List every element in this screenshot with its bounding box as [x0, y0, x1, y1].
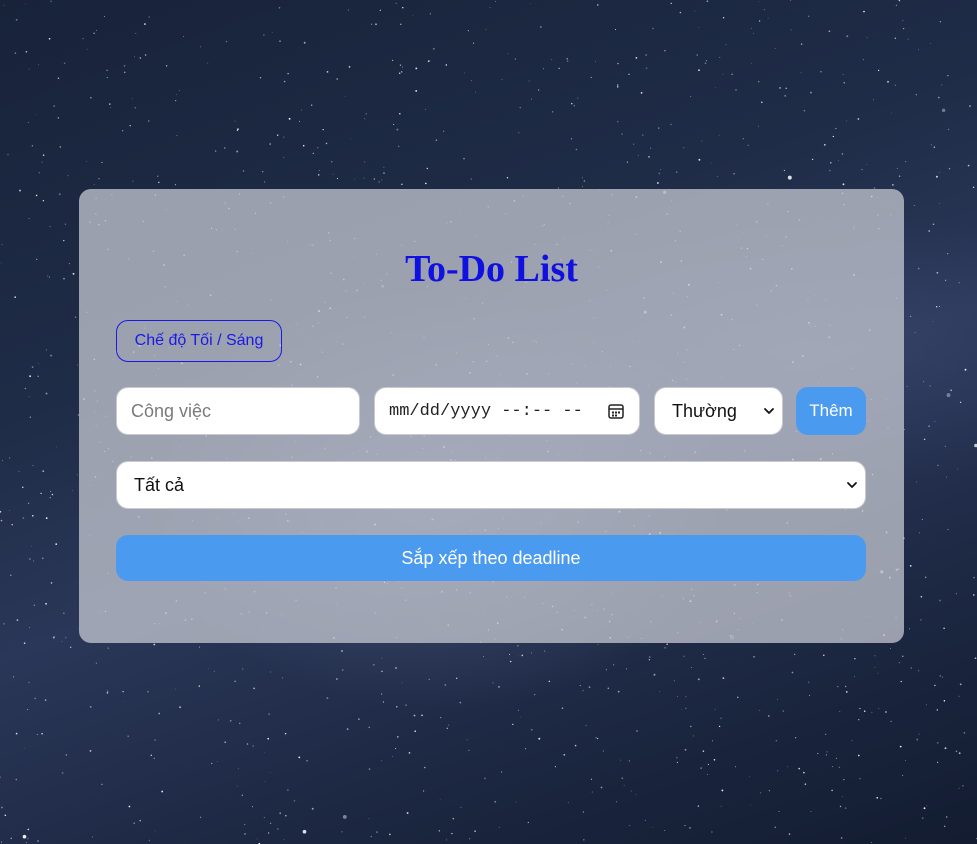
page-title: To-Do List	[405, 248, 578, 290]
chevron-down-icon	[847, 482, 857, 488]
deadline-datetime-input[interactable]: mm/dd/yyyy --:-- --	[374, 387, 640, 435]
deadline-placeholder: mm/dd/yyyy --:-- --	[389, 401, 583, 421]
priority-select[interactable]: Thường	[654, 387, 783, 435]
calendar-icon[interactable]	[607, 402, 625, 420]
todo-card: To-Do List Chế độ Tối / Sáng mm/dd/yyyy …	[79, 189, 904, 643]
task-input[interactable]	[116, 387, 360, 435]
chevron-down-icon	[764, 408, 774, 414]
add-task-button[interactable]: Thêm	[796, 387, 866, 435]
filter-select[interactable]: Tất cả	[116, 461, 866, 509]
priority-selected-value: Thường	[672, 400, 737, 421]
theme-toggle-button[interactable]: Chế độ Tối / Sáng	[116, 320, 282, 362]
sort-by-deadline-button[interactable]: Sắp xếp theo deadline	[116, 535, 866, 581]
filter-selected-value: Tất cả	[134, 474, 185, 495]
